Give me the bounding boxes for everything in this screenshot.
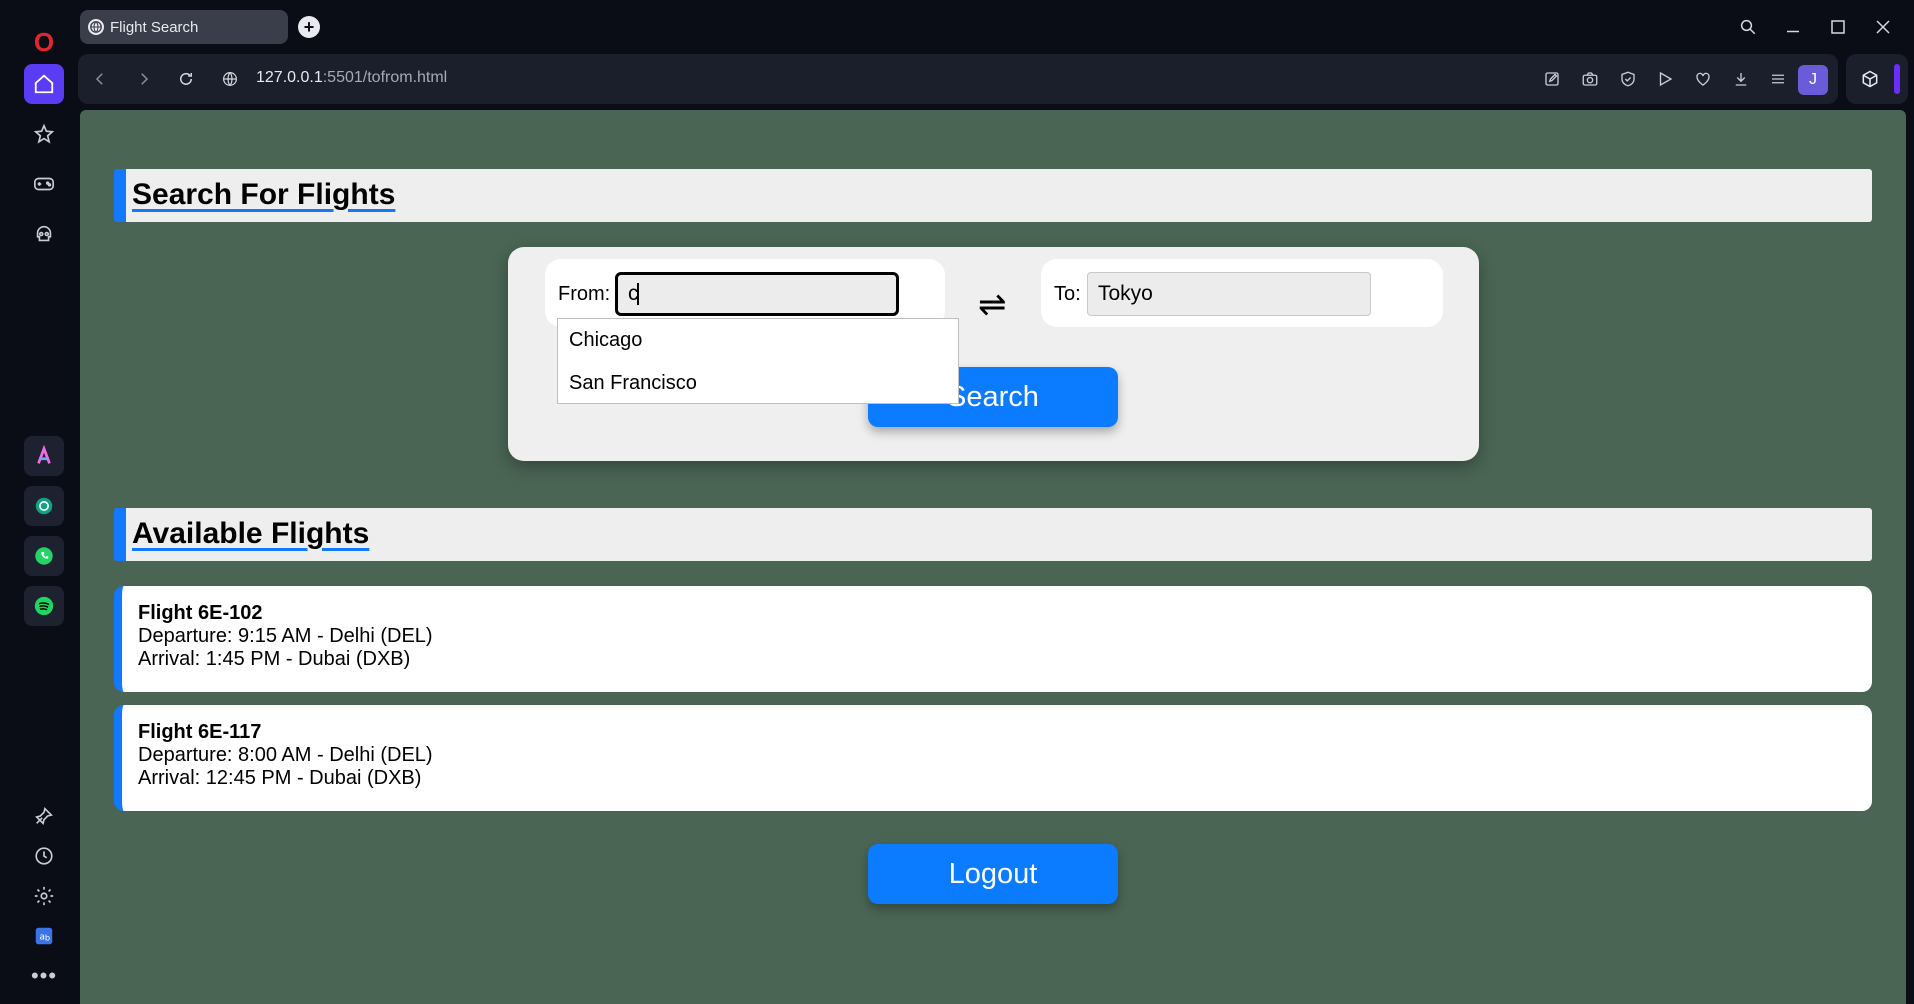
- minimize-icon[interactable]: [1780, 14, 1806, 40]
- sidebar-accent-bar: [1894, 64, 1900, 94]
- available-heading: Available Flights: [132, 517, 370, 550]
- search-section-header: Search For Flights: [114, 169, 1872, 222]
- play-icon[interactable]: [1653, 67, 1677, 91]
- profile-avatar[interactable]: J: [1798, 65, 1828, 95]
- flight-departure: Departure: 8:00 AM - Delhi (DEL): [138, 744, 433, 766]
- chatgpt-icon[interactable]: [24, 486, 64, 526]
- flight-card[interactable]: Flight 6E-102 Departure: 9:15 AM - Delhi…: [114, 586, 1872, 692]
- spotify-icon[interactable]: [24, 586, 64, 626]
- skull-icon[interactable]: [24, 214, 64, 254]
- from-input[interactable]: c: [615, 272, 899, 316]
- snapshot-edit-icon[interactable]: [1540, 67, 1564, 91]
- suggestion-option[interactable]: San Francisco: [558, 362, 958, 405]
- download-icon[interactable]: [1729, 67, 1753, 91]
- aria-icon[interactable]: [24, 436, 64, 476]
- from-field-box: From: c: [545, 259, 945, 327]
- home-icon[interactable]: [24, 64, 64, 104]
- translate-icon[interactable]: ab: [24, 916, 64, 956]
- opera-logo-icon[interactable]: O: [24, 22, 64, 62]
- more-icon[interactable]: •••: [24, 956, 64, 996]
- whatsapp-icon[interactable]: [24, 536, 64, 576]
- new-tab-button[interactable]: +: [298, 16, 320, 38]
- to-input[interactable]: Tokyo: [1087, 272, 1371, 316]
- available-section-header: Available Flights: [114, 508, 1872, 561]
- gamepad-icon[interactable]: [24, 164, 64, 204]
- search-heading: Search For Flights: [132, 178, 396, 211]
- flight-card[interactable]: Flight 6E-117 Departure: 8:00 AM - Delhi…: [114, 705, 1872, 811]
- site-info-icon[interactable]: [218, 67, 242, 91]
- forward-icon[interactable]: [132, 67, 156, 91]
- maximize-icon[interactable]: [1825, 14, 1851, 40]
- close-icon[interactable]: [1870, 14, 1896, 40]
- back-icon[interactable]: [88, 67, 112, 91]
- suggestion-option[interactable]: Chicago: [558, 319, 958, 362]
- from-label: From:: [558, 283, 611, 305]
- url-field[interactable]: 127.0.0.1:5501/tofrom.html: [256, 69, 447, 87]
- star-icon[interactable]: [24, 114, 64, 154]
- heart-icon[interactable]: [1691, 67, 1715, 91]
- easy-setup-icon[interactable]: [1766, 67, 1790, 91]
- flight-arrival: Arrival: 1:45 PM - Dubai (DXB): [138, 648, 411, 670]
- flight-arrival: Arrival: 12:45 PM - Dubai (DXB): [138, 767, 422, 789]
- flight-departure: Departure: 9:15 AM - Delhi (DEL): [138, 625, 433, 647]
- reload-icon[interactable]: [174, 67, 198, 91]
- pin-icon[interactable]: [24, 796, 64, 836]
- address-bar: 127.0.0.1:5501/tofrom.html J: [78, 54, 1838, 104]
- extensions-area: [1846, 54, 1908, 104]
- tab-flight-search[interactable]: Flight Search: [80, 10, 288, 44]
- tab-title: Flight Search: [110, 18, 199, 36]
- browser-sidebar: O ab •••: [0, 0, 78, 1004]
- tab-strip: Flight Search +: [78, 0, 1914, 54]
- logout-button[interactable]: Logout: [868, 844, 1118, 904]
- to-field-box: To: Tokyo: [1041, 259, 1443, 327]
- shield-icon[interactable]: [1616, 67, 1640, 91]
- from-suggestions-dropdown: Chicago San Francisco: [557, 318, 959, 404]
- flight-number: Flight 6E-102: [138, 602, 263, 624]
- globe-icon: [88, 19, 104, 35]
- swap-icon[interactable]: ⇌: [978, 285, 1007, 325]
- svg-text:b: b: [45, 933, 50, 943]
- extensions-cube-icon[interactable]: [1860, 69, 1880, 89]
- settings-icon[interactable]: [24, 876, 64, 916]
- search-icon[interactable]: [1735, 14, 1761, 40]
- camera-icon[interactable]: [1578, 67, 1602, 91]
- flight-number: Flight 6E-117: [138, 721, 262, 743]
- history-icon[interactable]: [24, 836, 64, 876]
- to-label: To:: [1054, 283, 1081, 305]
- page-viewport: Search For Flights From: c ⇌ To: Tokyo S…: [80, 110, 1906, 1004]
